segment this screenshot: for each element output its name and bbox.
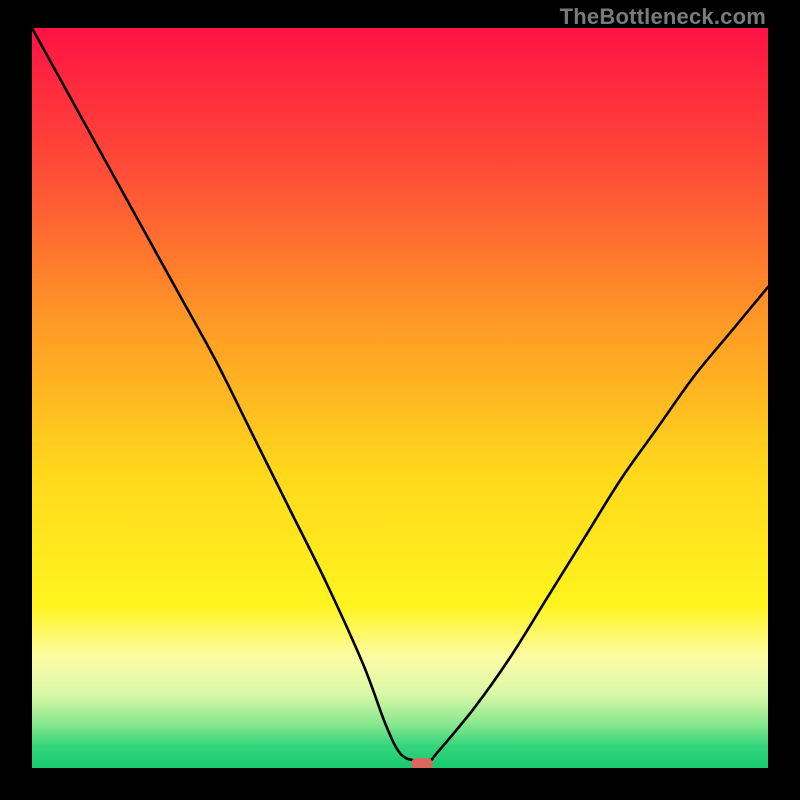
- chart-stage: TheBottleneck.com: [0, 0, 800, 800]
- plot-area: [32, 28, 768, 768]
- optimal-marker: [411, 758, 433, 768]
- attribution-label: TheBottleneck.com: [560, 4, 766, 30]
- bottleneck-curve: [32, 28, 768, 768]
